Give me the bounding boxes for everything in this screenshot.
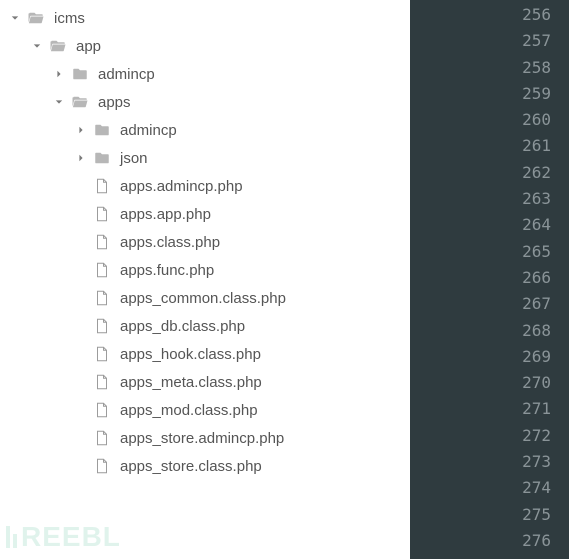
line-number: 272 — [410, 423, 569, 449]
file-icon — [92, 344, 112, 364]
file-icon — [92, 288, 112, 308]
arrow-placeholder — [74, 403, 88, 417]
line-number: 270 — [410, 370, 569, 396]
arrow-placeholder — [74, 179, 88, 193]
file-icon — [92, 260, 112, 280]
tree-row[interactable]: apps_hook.class.php — [0, 340, 410, 368]
arrow-placeholder — [74, 291, 88, 305]
arrow-placeholder — [74, 347, 88, 361]
tree-row[interactable]: app — [0, 32, 410, 60]
line-number: 256 — [410, 2, 569, 28]
file-icon — [92, 428, 112, 448]
folder-icon — [92, 148, 112, 168]
file-icon — [92, 316, 112, 336]
tree-row[interactable]: apps.func.php — [0, 256, 410, 284]
tree-row[interactable]: admincp — [0, 60, 410, 88]
line-number: 261 — [410, 133, 569, 159]
tree-item-label: admincp — [120, 122, 177, 139]
line-number: 274 — [410, 475, 569, 501]
tree-row[interactable]: apps_meta.class.php — [0, 368, 410, 396]
tree-item-label: apps_hook.class.php — [120, 346, 261, 363]
line-number: 275 — [410, 502, 569, 528]
line-number: 263 — [410, 186, 569, 212]
editor-pane[interactable]: 2562572582592602612622632642652662672682… — [410, 0, 569, 559]
line-number: 258 — [410, 55, 569, 81]
tree-item-label: apps.app.php — [120, 206, 211, 223]
chevron-down-icon[interactable] — [8, 11, 22, 25]
line-number: 265 — [410, 239, 569, 265]
file-tree[interactable]: icms app admincp apps admincp json apps.adminc… — [0, 0, 410, 559]
file-icon — [92, 232, 112, 252]
line-number: 260 — [410, 107, 569, 133]
file-icon — [92, 204, 112, 224]
file-icon — [92, 372, 112, 392]
arrow-placeholder — [74, 235, 88, 249]
arrow-placeholder — [74, 459, 88, 473]
tree-item-label: apps.class.php — [120, 234, 220, 251]
tree-row[interactable]: apps_db.class.php — [0, 312, 410, 340]
file-icon — [92, 400, 112, 420]
chevron-right-icon[interactable] — [74, 123, 88, 137]
folder-open-icon — [26, 8, 46, 28]
tree-item-label: apps.admincp.php — [120, 178, 243, 195]
line-number-gutter: 2562572582592602612622632642652662672682… — [410, 0, 569, 559]
tree-row[interactable]: apps.app.php — [0, 200, 410, 228]
tree-item-label: apps.func.php — [120, 262, 214, 279]
tree-item-label: json — [120, 150, 148, 167]
folder-open-icon — [48, 36, 68, 56]
tree-row[interactable]: apps.admincp.php — [0, 172, 410, 200]
folder-open-icon — [70, 92, 90, 112]
line-number: 257 — [410, 28, 569, 54]
watermark: REEBL — [6, 521, 121, 553]
tree-item-label: apps_db.class.php — [120, 318, 245, 335]
line-number: 264 — [410, 212, 569, 238]
tree-item-label: icms — [54, 10, 85, 27]
tree-row[interactable]: admincp — [0, 116, 410, 144]
line-number: 276 — [410, 528, 569, 554]
arrow-placeholder — [74, 319, 88, 333]
chevron-right-icon[interactable] — [52, 67, 66, 81]
tree-item-label: apps_mod.class.php — [120, 402, 258, 419]
line-number: 273 — [410, 449, 569, 475]
arrow-placeholder — [74, 431, 88, 445]
tree-row[interactable]: apps.class.php — [0, 228, 410, 256]
tree-row[interactable]: apps_store.class.php — [0, 452, 410, 480]
chevron-down-icon[interactable] — [30, 39, 44, 53]
line-number: 268 — [410, 318, 569, 344]
chevron-right-icon[interactable] — [74, 151, 88, 165]
file-icon — [92, 456, 112, 476]
arrow-placeholder — [74, 263, 88, 277]
file-icon — [92, 176, 112, 196]
line-number: 259 — [410, 81, 569, 107]
tree-row[interactable]: icms — [0, 4, 410, 32]
folder-icon — [92, 120, 112, 140]
line-number: 262 — [410, 160, 569, 186]
tree-item-label: apps_store.class.php — [120, 458, 262, 475]
tree-row[interactable]: apps_mod.class.php — [0, 396, 410, 424]
folder-icon — [70, 64, 90, 84]
line-number: 271 — [410, 396, 569, 422]
tree-item-label: apps_meta.class.php — [120, 374, 262, 391]
arrow-placeholder — [74, 375, 88, 389]
tree-item-label: admincp — [98, 66, 155, 83]
line-number: 269 — [410, 344, 569, 370]
tree-item-label: app — [76, 38, 101, 55]
tree-item-label: apps_common.class.php — [120, 290, 286, 307]
tree-item-label: apps_store.admincp.php — [120, 430, 284, 447]
line-number: 266 — [410, 265, 569, 291]
tree-row[interactable]: apps_common.class.php — [0, 284, 410, 312]
chevron-down-icon[interactable] — [52, 95, 66, 109]
tree-row[interactable]: apps — [0, 88, 410, 116]
arrow-placeholder — [74, 207, 88, 221]
tree-item-label: apps — [98, 94, 131, 111]
tree-row[interactable]: json — [0, 144, 410, 172]
line-number: 267 — [410, 291, 569, 317]
tree-row[interactable]: apps_store.admincp.php — [0, 424, 410, 452]
